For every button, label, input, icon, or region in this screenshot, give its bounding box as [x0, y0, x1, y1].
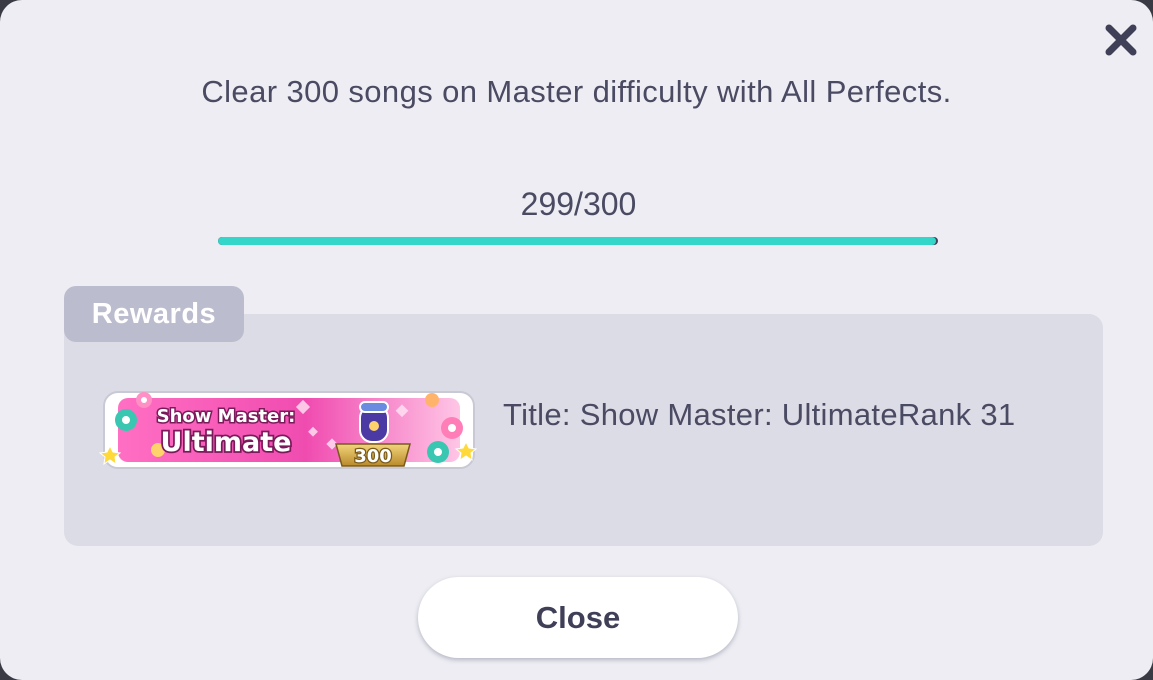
progress-bar-fill — [218, 237, 936, 245]
title-badge-image: Show Master: Ultimate 300 — [98, 388, 480, 472]
mission-dialog: Clear 300 songs on Master difficulty wit… — [0, 0, 1153, 680]
mission-description: Clear 300 songs on Master difficulty wit… — [201, 74, 952, 109]
progress-count: 299/300 — [520, 186, 637, 222]
rewards-tab-label: Rewards — [64, 286, 244, 342]
close-x-icon[interactable] — [1099, 18, 1143, 62]
close-button[interactable]: Close — [418, 577, 738, 658]
progress-bar — [218, 237, 938, 245]
badge-line1: Show Master: — [157, 406, 296, 427]
badge-number: 300 — [354, 446, 392, 467]
reward-title-text: Title: Show Master: UltimateRank 31 — [503, 397, 1016, 432]
badge-line2: Ultimate — [161, 427, 292, 458]
